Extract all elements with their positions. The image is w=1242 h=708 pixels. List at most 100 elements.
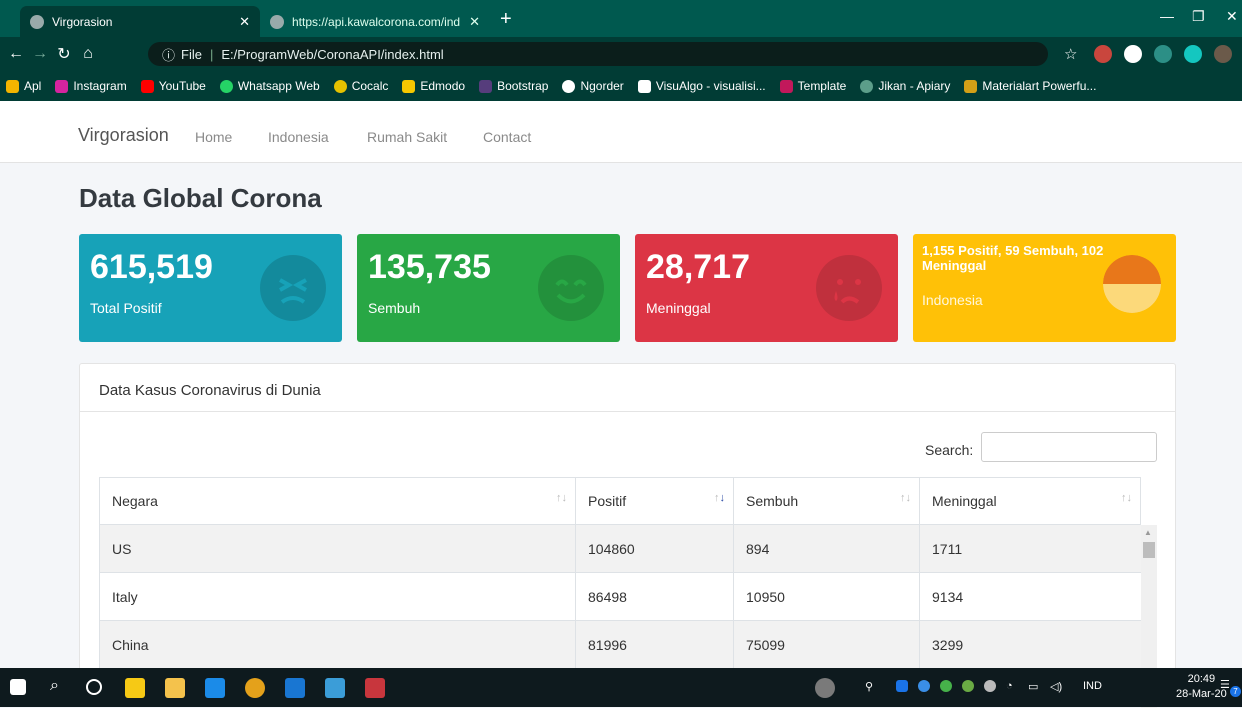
battery-icon[interactable]: ▭ <box>1028 680 1038 693</box>
cell-positif: 86498 <box>576 573 734 621</box>
address-bar[interactable]: ⓘ File | E:/ProgramWeb/CoronaAPI/index.h… <box>148 42 1048 66</box>
bluetooth-icon[interactable] <box>918 680 930 692</box>
star-icon[interactable]: ☆ <box>1064 45 1082 63</box>
materialart-icon <box>964 79 978 93</box>
bookmark-visualgo[interactable]: VisuAlgo - visualisi... <box>637 79 766 93</box>
card-value: 615,519 <box>90 248 213 286</box>
bookmarks-bar: Apl Instagram YouTube Whatsapp Web Cocal… <box>0 71 1242 101</box>
column-header-sembuh[interactable]: Sembuh ↑↓ <box>734 478 920 524</box>
column-header-positif[interactable]: Positif ↑↓ <box>576 478 734 524</box>
crying-face-icon <box>816 255 882 321</box>
bookmark-youtube[interactable]: YouTube <box>140 79 206 93</box>
card-value: 135,735 <box>368 248 491 286</box>
avatar[interactable] <box>1214 45 1232 63</box>
column-header-meninggal[interactable]: Meninggal ↑↓ <box>920 478 1140 524</box>
apps-icon <box>6 79 19 93</box>
bookmark-jikan[interactable]: Jikan - Apiary <box>860 79 950 93</box>
tray-icon[interactable] <box>940 680 952 692</box>
flag-circle-icon <box>1103 255 1161 313</box>
search-input[interactable] <box>981 432 1157 462</box>
sort-desc-icon: ↑↓ <box>714 492 725 504</box>
bookmark-edmodo[interactable]: Edmodo <box>402 79 465 93</box>
scrollbar-thumb[interactable] <box>1143 542 1155 558</box>
bookmark-bootstrap[interactable]: Bootstrap <box>479 79 548 93</box>
mail-icon[interactable] <box>285 678 305 698</box>
language-indicator[interactable]: IND <box>1083 680 1102 692</box>
sticky-notes-icon[interactable] <box>125 678 145 698</box>
table-row[interactable]: China 81996 75099 3299 <box>99 621 1141 669</box>
new-tab-button[interactable]: + <box>500 9 512 29</box>
tray-icon[interactable] <box>984 680 996 692</box>
search-icon[interactable]: ⌕ <box>50 677 70 697</box>
restore-icon[interactable]: ❐ <box>1192 8 1205 25</box>
extension-icon[interactable] <box>1094 45 1112 63</box>
tray-icon[interactable] <box>896 680 908 692</box>
app-icon[interactable] <box>365 678 385 698</box>
cell-meninggal: 3299 <box>932 637 964 653</box>
card-label: Total Positif <box>90 300 162 316</box>
wifi-icon[interactable]: ◔ <box>1006 680 1013 692</box>
nav-home[interactable]: Home <box>195 129 232 145</box>
bookmark-instagram[interactable]: Instagram <box>55 79 127 93</box>
bookmark-cocalc[interactable]: Cocalc <box>333 79 388 93</box>
browser-tab-bar: Virgorasion ✕ https://api.kawalcorona.co… <box>0 0 1242 37</box>
table-row[interactable]: US 104860 894 1711 <box>99 525 1141 573</box>
volume-icon[interactable]: ◁) <box>1050 680 1062 693</box>
close-tab-icon[interactable]: ✕ <box>239 14 250 30</box>
info-icon[interactable]: ⓘ <box>162 45 175 64</box>
bookmark-materialart[interactable]: Materialart Powerfu... <box>964 79 1096 93</box>
file-explorer-icon[interactable] <box>165 678 185 698</box>
bootstrap-icon <box>479 79 493 93</box>
site-brand[interactable]: Virgorasion <box>78 125 169 146</box>
close-window-icon[interactable]: ✕ <box>1226 8 1238 25</box>
happy-face-icon <box>538 255 604 321</box>
address-path: E:/ProgramWeb/CoronaAPI/index.html <box>221 46 444 62</box>
site-navbar: Virgorasion Home Indonesia Rumah Sakit C… <box>0 101 1242 163</box>
cell-meninggal: 9134 <box>932 589 964 605</box>
tab-api[interactable]: https://api.kawalcorona.com/ind ✕ <box>260 6 490 37</box>
cell-sembuh: 10950 <box>734 573 920 621</box>
card-total-positif: 615,519 Total Positif <box>79 234 342 342</box>
notification-icon[interactable]: ☰ 7 <box>1220 678 1241 697</box>
minimize-icon[interactable]: — <box>1160 8 1174 24</box>
cell-negara: US <box>100 525 576 573</box>
chrome-icon[interactable] <box>245 678 265 698</box>
forward-icon[interactable]: → <box>28 45 52 63</box>
table-header: Negara ↑↓ Positif ↑↓ Sembuh ↑↓ Meninggal… <box>99 477 1141 525</box>
column-header-negara[interactable]: Negara ↑↓ <box>100 478 576 524</box>
nav-contact[interactable]: Contact <box>483 129 531 145</box>
cell-sembuh: 894 <box>734 525 920 573</box>
extension-icon[interactable] <box>1184 45 1202 63</box>
reload-icon[interactable]: ↻ <box>52 44 76 64</box>
back-icon[interactable]: ← <box>4 45 28 63</box>
bookmark-apl[interactable]: Apl <box>6 79 41 93</box>
home-icon[interactable]: ⌂ <box>76 45 100 63</box>
windows-start-icon[interactable] <box>10 679 26 695</box>
cell-sembuh: 75099 <box>734 621 920 669</box>
tab-label: Virgorasion <box>52 14 113 29</box>
people-icon[interactable]: ⚲ <box>865 680 873 693</box>
cortana-icon[interactable] <box>86 679 102 695</box>
notification-badge: 7 <box>1230 686 1241 697</box>
nav-rumah-sakit[interactable]: Rumah Sakit <box>367 129 447 145</box>
extension-icon[interactable] <box>1124 45 1142 63</box>
card-sembuh: 135,735 Sembuh <box>357 234 620 342</box>
bookmark-whatsapp[interactable]: Whatsapp Web <box>219 79 320 93</box>
avatar[interactable] <box>815 678 835 698</box>
table-row[interactable]: Italy 86498 10950 9134 <box>99 573 1141 621</box>
panel-title: Data Kasus Coronavirus di Dunia <box>99 382 321 399</box>
tray-icon[interactable] <box>962 680 974 692</box>
cell-negara: Italy <box>100 573 576 621</box>
extension-icon[interactable] <box>1154 45 1172 63</box>
tab-virgorasion[interactable]: Virgorasion ✕ <box>20 6 260 37</box>
close-tab-icon[interactable]: ✕ <box>469 14 480 30</box>
bookmark-ngorder[interactable]: Ngorder <box>562 79 624 93</box>
scroll-up-icon[interactable]: ▲ <box>1144 528 1152 537</box>
globe-icon <box>270 14 284 29</box>
calendar-icon[interactable] <box>325 678 345 698</box>
card-meninggal: 28,717 Meninggal <box>635 234 898 342</box>
cell-meninggal: 1711 <box>932 541 963 557</box>
vscode-icon[interactable] <box>205 678 225 698</box>
nav-indonesia[interactable]: Indonesia <box>268 129 329 145</box>
bookmark-template[interactable]: Template <box>779 79 846 93</box>
